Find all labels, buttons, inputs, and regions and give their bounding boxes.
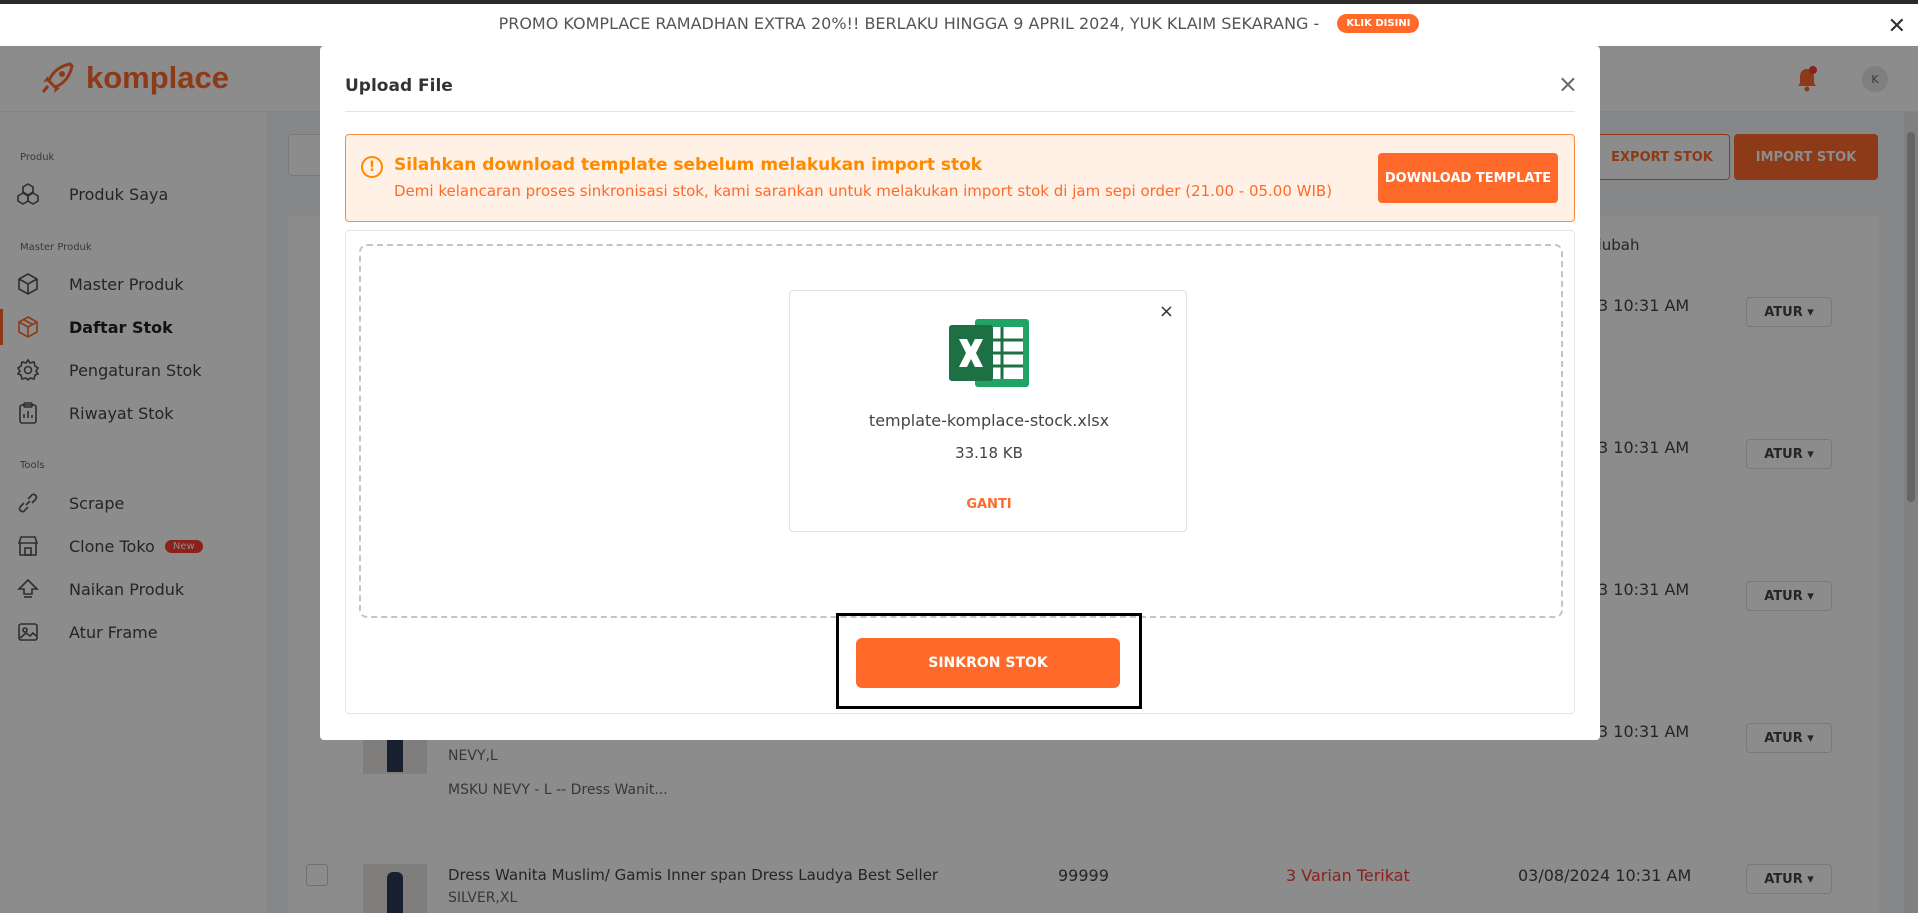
excel-icon: [949, 319, 1029, 387]
promo-claim-button[interactable]: KLIK DISINI: [1337, 13, 1420, 33]
upload-panel: × template-komplace-stock.xlsx 33.18 KB: [345, 230, 1575, 714]
promo-text: PROMO KOMPLACE RAMADHAN EXTRA 20%!! BERL…: [498, 13, 1320, 33]
replace-file-link[interactable]: GANTI: [790, 497, 1188, 512]
file-dropzone[interactable]: × template-komplace-stock.xlsx 33.18 KB: [359, 244, 1563, 618]
modal-title: Upload File: [345, 76, 453, 96]
sync-button-highlight: SINKRON STOK: [836, 613, 1142, 709]
uploaded-file-card: × template-komplace-stock.xlsx 33.18 KB: [789, 290, 1187, 532]
file-size: 33.18 KB: [955, 444, 1023, 462]
file-name: template-komplace-stock.xlsx: [868, 411, 1110, 430]
warning-icon: !: [361, 156, 383, 178]
notice-description: Demi kelancaran proses sinkronisasi stok…: [394, 182, 1333, 200]
promo-close-icon[interactable]: ✕: [1888, 14, 1906, 39]
modal-close-icon[interactable]: ×: [1558, 72, 1578, 96]
sinkron-stok-button[interactable]: SINKRON STOK: [856, 638, 1120, 688]
download-template-notice: ! Silahkan download template sebelum mel…: [345, 134, 1575, 222]
download-template-button[interactable]: DOWNLOAD TEMPLATE: [1378, 153, 1558, 203]
promo-banner: PROMO KOMPLACE RAMADHAN EXTRA 20%!! BERL…: [0, 0, 1918, 42]
modal-divider: [345, 111, 1575, 112]
notice-title: Silahkan download template sebelum melak…: [394, 155, 983, 175]
upload-file-modal: Upload File × ! Silahkan download templa…: [320, 46, 1600, 740]
remove-file-icon[interactable]: ×: [1159, 301, 1174, 322]
